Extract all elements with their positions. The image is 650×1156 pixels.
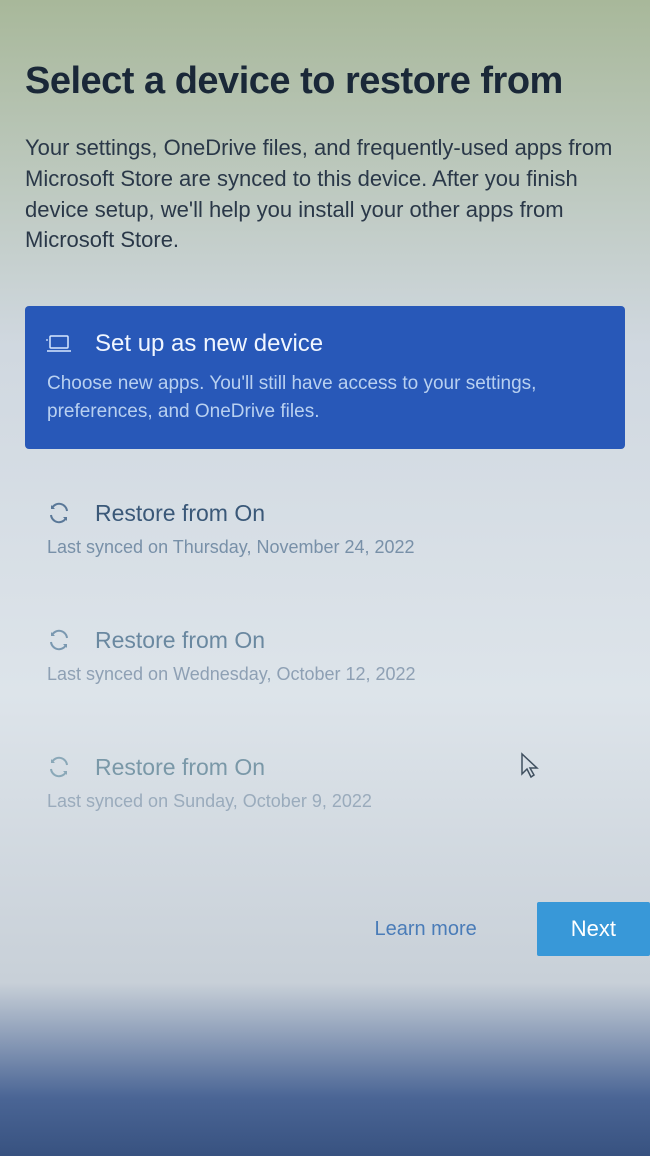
learn-more-link[interactable]: Learn more xyxy=(374,918,476,941)
option-new-device-subtitle: Choose new apps. You'll still have acces… xyxy=(45,370,605,425)
option-restore-0-subtitle: Last synced on Thursday, November 24, 20… xyxy=(45,537,605,558)
footer-actions: Learn more Next xyxy=(0,902,650,956)
next-button[interactable]: Next xyxy=(537,902,650,956)
option-restore-2-subtitle: Last synced on Sunday, October 9, 2022 xyxy=(45,791,605,812)
option-restore-2[interactable]: Restore from On Last synced on Sunday, O… xyxy=(25,733,625,832)
option-restore-1-subtitle: Last synced on Wednesday, October 12, 20… xyxy=(45,664,605,685)
sync-icon xyxy=(45,626,73,654)
sync-icon xyxy=(45,753,73,781)
option-restore-2-title: Restore from On xyxy=(95,754,265,781)
option-new-device-title: Set up as new device xyxy=(95,330,323,358)
option-new-device[interactable]: Set up as new device Choose new apps. Yo… xyxy=(25,306,625,449)
page-title: Select a device to restore from xyxy=(25,60,625,103)
option-restore-0-title: Restore from On xyxy=(95,500,265,527)
page-description: Your settings, OneDrive files, and frequ… xyxy=(25,133,625,256)
option-restore-1-title: Restore from On xyxy=(95,627,265,654)
option-restore-0[interactable]: Restore from On Last synced on Thursday,… xyxy=(25,479,625,578)
device-icon xyxy=(45,330,73,358)
option-restore-1[interactable]: Restore from On Last synced on Wednesday… xyxy=(25,606,625,705)
sync-icon xyxy=(45,499,73,527)
